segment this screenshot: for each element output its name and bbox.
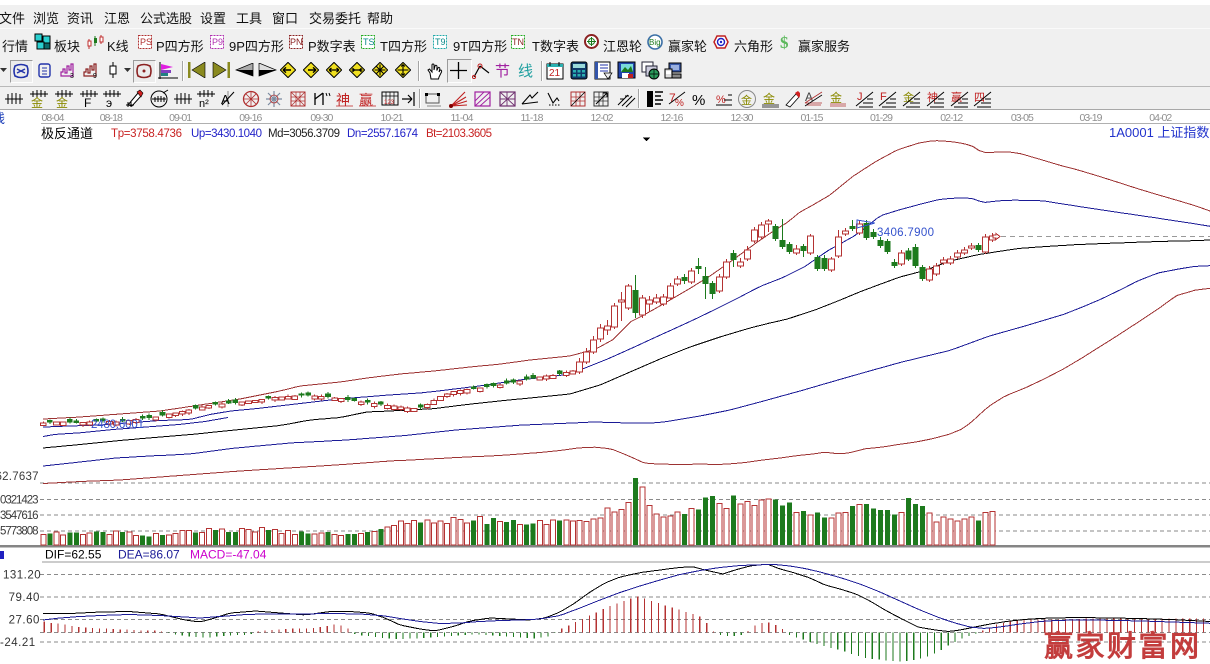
svg-text:$: $ [780, 33, 789, 51]
svg-text:节: 节 [495, 63, 510, 79]
svg-text:10-21: 10-21 [381, 112, 404, 124]
svg-text:123: 123 [384, 100, 395, 106]
svg-text:12-16: 12-16 [661, 112, 684, 124]
svg-text:F: F [880, 91, 887, 103]
svg-text:79.40: 79.40 [9, 592, 40, 604]
svg-text:3406.7900: 3406.7900 [877, 227, 934, 239]
svg-text:%: % [692, 92, 705, 108]
svg-text:02-12: 02-12 [940, 112, 963, 124]
svg-text:01-29: 01-29 [870, 112, 893, 124]
svg-text:金: 金 [763, 91, 775, 106]
svg-text:01-15: 01-15 [801, 112, 824, 124]
svg-text:PS: PS [140, 37, 152, 47]
svg-text:11-18: 11-18 [521, 112, 544, 124]
svg-text:线: 线 [0, 111, 5, 126]
svg-text:09-16: 09-16 [239, 112, 262, 124]
svg-text:T9: T9 [435, 37, 446, 47]
svg-text:2480.6001: 2480.6001 [91, 419, 144, 431]
svg-text:DIF=62.55: DIF=62.55 [45, 548, 102, 562]
svg-text:%: % [675, 98, 684, 108]
svg-text:极反通道: 极反通道 [41, 126, 93, 141]
svg-text:Dn=2557.1674: Dn=2557.1674 [347, 128, 419, 140]
svg-text:11-04: 11-04 [451, 112, 474, 124]
svg-text:赢: 赢 [359, 92, 373, 108]
svg-text:62.7637: 62.7637 [0, 471, 39, 483]
svg-text:Up=3430.1040: Up=3430.1040 [191, 128, 262, 140]
svg-text:131.20: 131.20 [3, 570, 41, 582]
svg-text:金: 金 [741, 93, 752, 107]
svg-text:PN: PN [290, 37, 303, 47]
svg-text:12-02: 12-02 [591, 112, 614, 124]
svg-text:0321423: 0321423 [0, 495, 39, 507]
svg-text:27.60: 27.60 [9, 615, 40, 627]
svg-text:金: 金 [830, 90, 842, 105]
svg-text:Big: Big [649, 38, 661, 47]
svg-text:3: 3 [70, 73, 74, 78]
svg-text:03-19: 03-19 [1080, 112, 1103, 124]
svg-text:Tp=3758.4736: Tp=3758.4736 [111, 128, 182, 140]
svg-text:线: 线 [518, 63, 533, 79]
svg-text:3547616: 3547616 [0, 510, 39, 522]
svg-text:э: э [106, 96, 112, 108]
svg-text:F: F [84, 96, 91, 108]
svg-text:1A0001 上证指数: 1A0001 上证指数 [1109, 125, 1209, 140]
svg-text:赢家财富网: 赢家财富网 [1044, 629, 1202, 663]
svg-text:12-30: 12-30 [731, 112, 754, 124]
svg-text:MACD=-47.04: MACD=-47.04 [190, 548, 267, 562]
svg-text:04-02: 04-02 [1149, 112, 1172, 124]
svg-text:09-01: 09-01 [169, 112, 192, 124]
svg-text:08-04: 08-04 [42, 112, 65, 124]
svg-text:08-18: 08-18 [100, 112, 123, 124]
svg-text:TN: TN [512, 37, 524, 47]
svg-text:5773808: 5773808 [0, 526, 39, 538]
svg-text:神: 神 [336, 92, 350, 108]
svg-text:-24.21: -24.21 [0, 637, 36, 649]
svg-text:DEA=86.07: DEA=86.07 [118, 548, 180, 562]
svg-text:P9: P9 [212, 37, 223, 47]
svg-text:21: 21 [549, 68, 561, 79]
svg-text:n²: n² [199, 98, 209, 108]
svg-text:金: 金 [56, 95, 68, 108]
svg-text:Bt=2103.3605: Bt=2103.3605 [426, 128, 492, 140]
svg-text:03-05: 03-05 [1011, 112, 1034, 124]
svg-text:Md=3056.3709: Md=3056.3709 [268, 128, 340, 140]
svg-text:金: 金 [31, 95, 43, 108]
svg-text:9: 9 [93, 73, 97, 78]
svg-text:TS: TS [363, 37, 375, 47]
svg-text:09-30: 09-30 [310, 112, 333, 124]
